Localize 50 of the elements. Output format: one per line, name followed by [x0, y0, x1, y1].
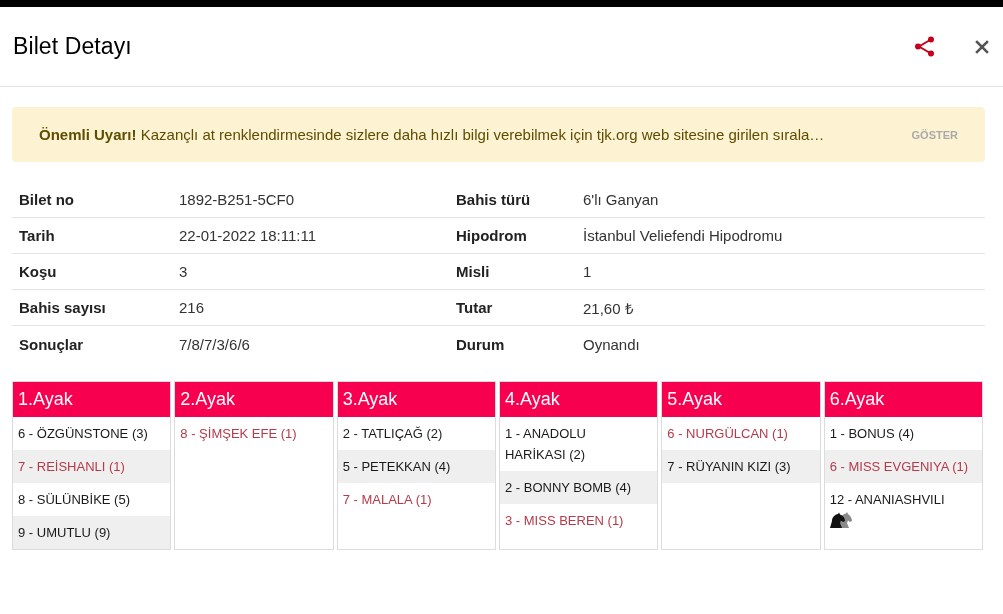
detail-label: Misli	[455, 263, 490, 280]
horse-name: 1 - BONUS (4)	[829, 425, 915, 443]
detail-label: Tutar	[455, 299, 493, 316]
detail-value: 1	[583, 263, 592, 280]
horse-name: 5 - PETEKKAN (4)	[342, 458, 451, 476]
detail-value: Oynandı	[583, 335, 640, 353]
horse-name: 6 - NURGÜLCAN (1)	[667, 425, 788, 443]
detail-label: Bilet no	[18, 191, 74, 208]
leg-header: 6.Ayak	[824, 382, 982, 417]
horse-name: 9 - UMUTLU (9)	[18, 524, 111, 542]
leg-header: 2.Ayak	[175, 382, 333, 417]
share-button[interactable]	[914, 36, 935, 57]
detail-value: 6'lı Ganyan	[583, 191, 659, 208]
warning-message: Önemli Uyarı! Kazançlı at renklendirmesinde sizlere daha hızlı bilgi verebilmek için tjk.org web sitesine girilen sırala…	[39, 126, 825, 143]
detail-value: 7/8/7/3/6/6	[179, 335, 250, 353]
detail-label: Sonuçlar	[18, 335, 84, 353]
detail-label: Koşu	[18, 263, 57, 280]
show-button[interactable]: GÖSTER	[911, 124, 958, 145]
horse-name: 1 - ANADOLU HARİKASI (2)	[505, 425, 587, 464]
horse-name: 12 - ANANIASHVILI	[829, 491, 945, 509]
page-title: Bilet Detayı	[13, 33, 132, 60]
detail-label: Tarih	[18, 227, 55, 244]
horse-name: 8 - SÜLÜNBİKE (5)	[18, 491, 130, 509]
leg-header: 5.Ayak	[662, 382, 820, 417]
horse-name: 8 - ŞİMŞEK EFE (1)	[180, 425, 297, 443]
horse-name: 7 - REİSHANLI (1)	[18, 458, 125, 476]
share-icon	[914, 36, 935, 57]
horse-name: 3 - MISS BEREN (1)	[505, 512, 624, 530]
horse-name: 7 - MALALA (1)	[342, 491, 432, 509]
close-icon	[975, 39, 989, 54]
leg-header: 4.Ayak	[500, 382, 658, 417]
detail-value: 21,60 ₺	[583, 298, 634, 318]
detail-value: 216	[179, 299, 205, 316]
detail-value: İstanbul Veliefendi Hipodromu	[583, 227, 783, 244]
horse-name: 6 - ÖZGÜNSTONE (3)	[18, 425, 148, 443]
detail-value: 22-01-2022 18:11:11	[179, 227, 317, 244]
detail-label: Bahis türü	[455, 191, 531, 208]
horse-name: 2 - TATLIÇAĞ (2)	[342, 425, 443, 443]
detail-label: Hipodrom	[455, 227, 527, 244]
leg-header: 3.Ayak	[337, 382, 495, 417]
horse-name: 2 - BONNY BOMB (4)	[505, 479, 632, 497]
detail-label: Durum	[455, 335, 505, 353]
detail-value: 1892-B251-5CF0	[179, 191, 295, 208]
horse-head-icon	[829, 512, 852, 528]
leg-header: 1.Ayak	[13, 382, 171, 417]
detail-value: 3	[179, 263, 188, 280]
horse-name: 6 - MISS EVGENIYA (1)	[829, 458, 969, 476]
horse-name: 7 - RÜYANIN KIZI (3)	[667, 458, 791, 476]
detail-label: Bahis sayısı	[18, 299, 106, 316]
close-button[interactable]	[975, 39, 989, 54]
